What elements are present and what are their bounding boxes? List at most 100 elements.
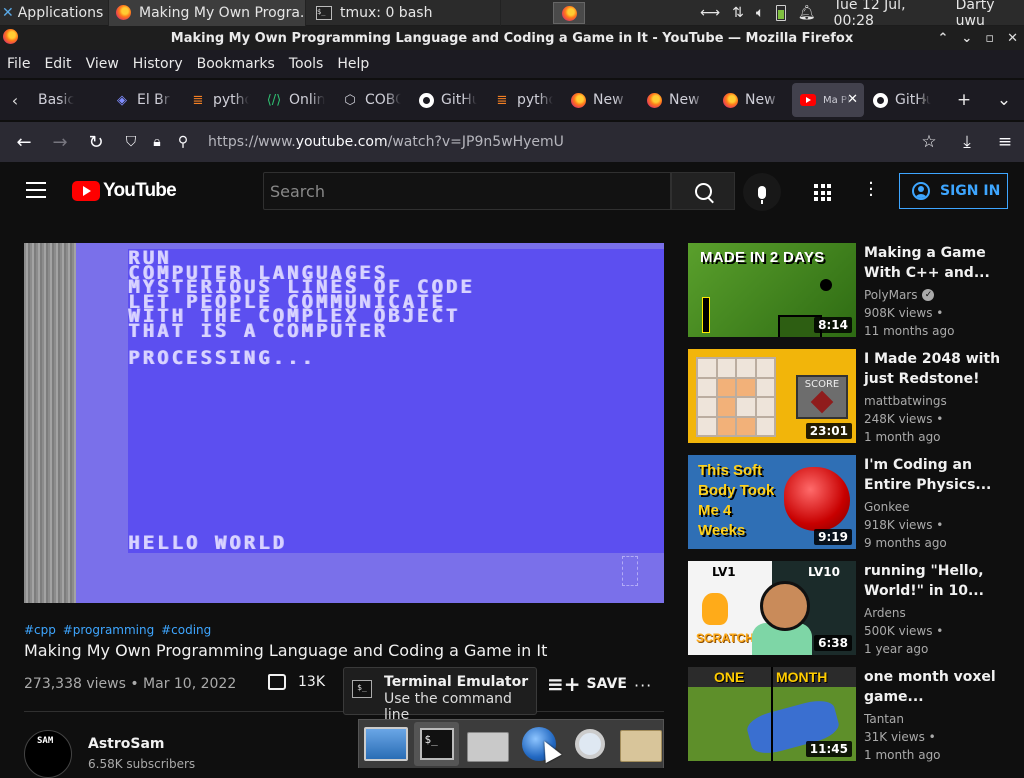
desktop-dock: $_ (358, 719, 664, 768)
dock-terminal[interactable]: $_ (414, 722, 459, 766)
downloads-icon[interactable]: ⤓ (948, 132, 986, 152)
youtube-logo[interactable]: YouTube (72, 180, 177, 202)
recommendation-title[interactable]: Making a Game With C++ and... (864, 243, 1012, 283)
tab-discord[interactable]: ◈ El Br (106, 83, 182, 117)
recommendation-channel[interactable]: Ardens (864, 606, 906, 620)
reload-button[interactable]: ↻ (78, 132, 114, 153)
channel-name[interactable]: AstroSam (88, 736, 165, 752)
transfer-icon[interactable]: ⇅ (732, 5, 744, 21)
recommendation-title[interactable]: running "Hello, World!" in 10... (864, 561, 1012, 601)
dock-show-desktop[interactable] (363, 722, 408, 766)
github-icon (872, 92, 888, 108)
recommendation-channel[interactable]: Gonkee (864, 500, 910, 514)
tab-scroll-left-button[interactable]: ‹ (0, 91, 30, 110)
recommendation-item[interactable]: LV1 LV10 SCRATCH 6:38 running "Hello, Wo… (688, 561, 1024, 657)
recommendation-channel[interactable]: Tantan (864, 712, 904, 726)
menu-tools[interactable]: Tools (282, 56, 331, 72)
workspace-firefox-preview[interactable] (553, 2, 585, 24)
like-button[interactable]: 13K (268, 674, 325, 690)
hashtags: #cpp #programming #coding (24, 623, 214, 637)
tab-youtube-active[interactable]: Ma PLA✕ (792, 83, 864, 117)
menu-view[interactable]: View (79, 56, 126, 72)
recommendation-item[interactable]: ONE MONTH 11:45 one month voxel game... … (688, 667, 1024, 763)
close-tab-icon[interactable]: ✕ (847, 92, 858, 107)
tab-github-1[interactable]: GitHu (410, 83, 486, 117)
recommendation-views: 31K views • (864, 730, 936, 744)
tab-online[interactable]: ⟨/⟩ Onlin (258, 83, 334, 117)
video-thumbnail[interactable]: SCORE 23:01 (688, 349, 856, 443)
tab-python-2[interactable]: ≣ pytho (486, 83, 562, 117)
window-titlebar[interactable]: Making My Own Programming Language and C… (0, 26, 1024, 50)
tab-cobol[interactable]: ⬡ COBO (334, 83, 410, 117)
more-actions-icon[interactable]: ··· (634, 676, 652, 695)
video-thumbnail[interactable]: MADE IN 2 DAYS 8:14 (688, 243, 856, 337)
user-name[interactable]: Darty uwu (956, 0, 1024, 29)
applications-menu-button[interactable]: ✕ Applications (0, 0, 108, 26)
recommendation-item[interactable]: MADE IN 2 DAYS 8:14 Making a Game With C… (688, 243, 1024, 339)
recommendation-age: 1 month ago (864, 430, 941, 444)
tab-new-3[interactable]: New (714, 83, 790, 117)
permissions-icon[interactable]: ⚲ (170, 134, 196, 150)
recommendation-item[interactable]: SCORE 23:01 I Made 2048 with just Redsto… (688, 349, 1024, 445)
maximize-button[interactable]: ▫ (985, 31, 994, 46)
sign-in-button[interactable]: SIGN IN (899, 173, 1008, 209)
channel-avatar[interactable]: SAM (24, 730, 72, 778)
back-button[interactable]: ← (6, 132, 42, 153)
recommendation-age: 9 months ago (864, 536, 947, 550)
app-menu-icon[interactable]: ≡ (986, 132, 1024, 152)
navigation-bar: ← → ↻ ⛉ 🔒︎ ⚲ https://www.youtube.com/wat… (0, 122, 1024, 162)
forward-button[interactable]: → (42, 132, 78, 153)
tab-python-1[interactable]: ≣ pytho (182, 83, 258, 117)
search-input[interactable]: Search (263, 172, 671, 210)
video-thumbnail[interactable]: This Soft Body Took Me 4 Weeks 9:19 (688, 455, 856, 549)
apps-grid-icon[interactable] (814, 184, 831, 201)
new-tab-button[interactable]: + (944, 90, 984, 110)
menu-help[interactable]: Help (330, 56, 376, 72)
voice-search-button[interactable] (743, 173, 781, 211)
network-arrows-icon[interactable]: ⟷ (700, 5, 720, 21)
hashtag-link[interactable]: #programming (63, 623, 155, 637)
video-thumbnail[interactable]: LV1 LV10 SCRATCH 6:38 (688, 561, 856, 655)
notification-bell-icon[interactable]: 🔔︎ (798, 5, 816, 21)
video-player[interactable]: RUN COMPUTER LANGUAGES MYSTERIOUS LINES … (24, 243, 664, 603)
recommendation-channel[interactable]: PolyMars ✓ (864, 288, 935, 302)
video-thumbnail[interactable]: ONE MONTH 11:45 (688, 667, 856, 761)
clock[interactable]: Tue 12 Jul, 00:28 (834, 0, 944, 29)
guide-menu-icon[interactable] (26, 182, 46, 203)
shield-icon[interactable]: ⛉ (118, 134, 144, 150)
chevron-up-icon[interactable]: ⌃ (937, 31, 948, 46)
recommendation-title[interactable]: one month voxel game... (864, 667, 1012, 707)
save-button[interactable]: ≡+ SAVE (547, 674, 627, 694)
battery-icon[interactable] (776, 5, 786, 21)
hashtag-link[interactable]: #cpp (24, 623, 56, 637)
dock-app-finder[interactable] (567, 722, 612, 766)
taskbar-firefox-window[interactable]: Making My Own Progra... (108, 0, 306, 26)
dock-home-folder[interactable] (465, 722, 510, 766)
minimize-button[interactable]: ⌄ (961, 31, 972, 46)
recommendation-item[interactable]: This Soft Body Took Me 4 Weeks 9:19 I'm … (688, 455, 1024, 551)
menu-edit[interactable]: Edit (37, 56, 78, 72)
menu-bookmarks[interactable]: Bookmarks (190, 56, 282, 72)
recommendation-title[interactable]: I Made 2048 with just Redstone! (864, 349, 1012, 389)
tab-scroll-right-button[interactable]: › (904, 90, 944, 110)
search-button[interactable] (671, 172, 735, 210)
tab-new-1[interactable]: New (562, 83, 638, 117)
hashtag-link[interactable]: #coding (161, 623, 211, 637)
volume-icon[interactable]: 🔈︎ (756, 5, 764, 21)
like-count: 13K (298, 674, 325, 690)
taskbar-tmux-window[interactable]: $_ tmux: 0 bash (306, 0, 501, 26)
recommendation-channel[interactable]: mattbatwings (864, 394, 947, 408)
close-window-button[interactable]: ✕ (1007, 31, 1018, 46)
dock-file-manager[interactable] (618, 722, 663, 766)
settings-kebab-icon[interactable]: · · · (866, 175, 876, 205)
url-text[interactable]: https://www.youtube.com/watch?v=JP9n5wHy… (208, 134, 564, 150)
tab-new-2[interactable]: New (638, 83, 714, 117)
recommendation-title[interactable]: I'm Coding an Entire Physics... (864, 455, 1012, 495)
lock-icon[interactable]: 🔒︎ (144, 134, 170, 150)
bookmark-star-icon[interactable]: ☆ (910, 132, 948, 152)
menu-history[interactable]: History (126, 56, 190, 72)
menu-file[interactable]: File (0, 56, 37, 72)
list-all-tabs-button[interactable]: ⌄ (984, 90, 1024, 110)
tab-basic[interactable]: Basic (30, 83, 106, 117)
url-bar[interactable]: ⛉ 🔒︎ ⚲ https://www.youtube.com/watch?v=J… (118, 127, 948, 157)
